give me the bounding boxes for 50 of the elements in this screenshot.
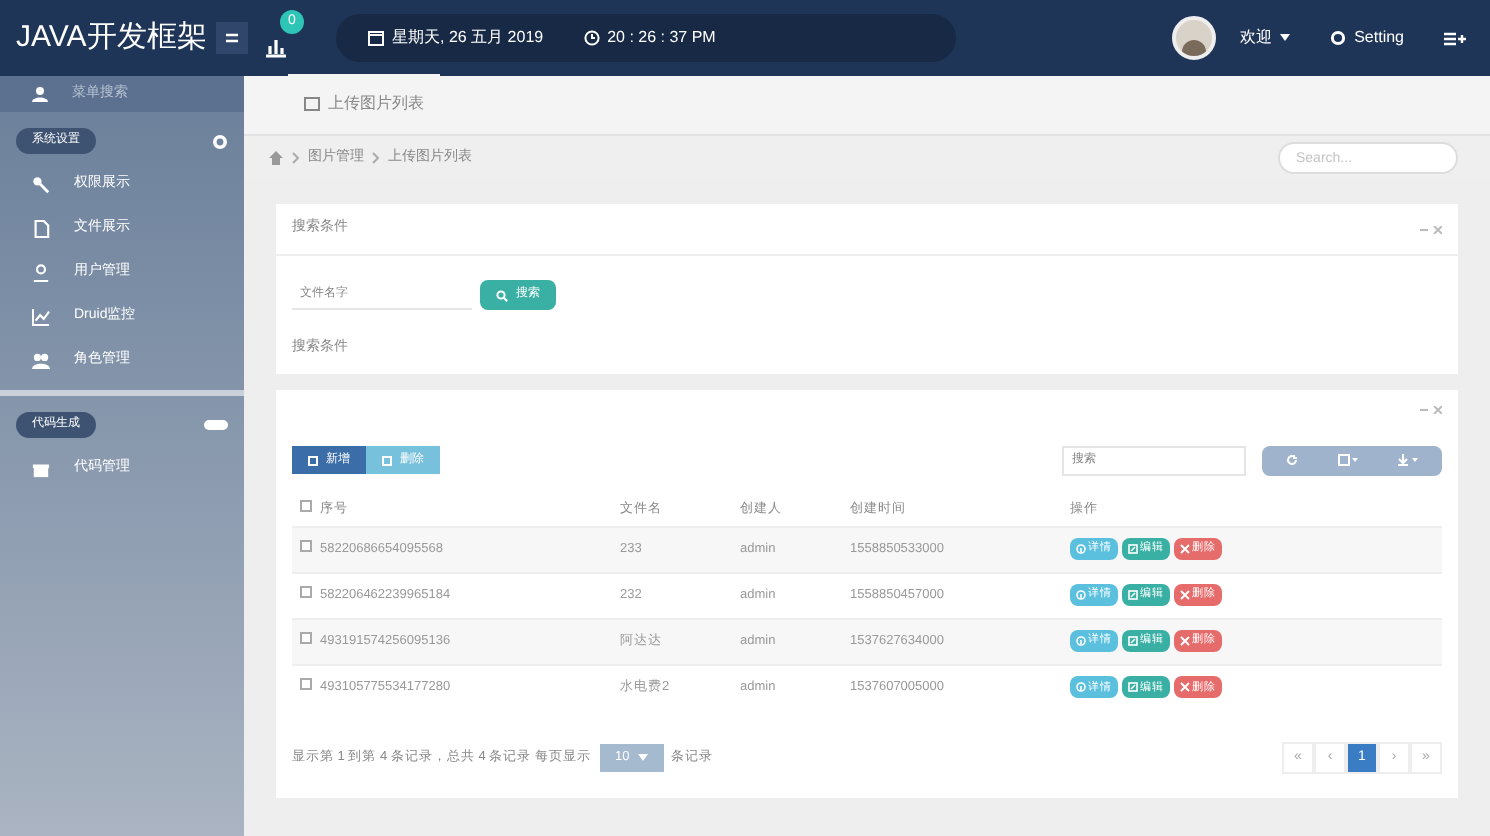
- menu-toggle-button[interactable]: [216, 22, 248, 54]
- info-icon: [1076, 636, 1086, 646]
- time-text: 20 : 26 : 37 PM: [607, 26, 716, 50]
- info-icon: [1076, 682, 1086, 693]
- panel-controls-icon[interactable]: [1420, 406, 1442, 414]
- home-icon[interactable]: [268, 150, 284, 166]
- line-chart-icon: [32, 307, 50, 325]
- logo: JAVA开发框架: [16, 17, 200, 58]
- checkbox[interactable]: [300, 677, 312, 690]
- table-tools[interactable]: [1262, 445, 1442, 475]
- settings-icon[interactable]: [1330, 30, 1347, 46]
- menu-icon: [224, 30, 240, 46]
- columns-dropdown-icon[interactable]: [1338, 454, 1358, 466]
- checkbox[interactable]: [300, 539, 312, 552]
- search-icon: [496, 289, 508, 301]
- window-icon: [304, 96, 320, 112]
- toggle-icon[interactable]: [204, 420, 228, 430]
- edit-icon: [1128, 544, 1138, 554]
- user-icon: [32, 263, 50, 281]
- download-dropdown-icon[interactable]: [1398, 454, 1418, 466]
- info-icon: [1076, 544, 1086, 554]
- caret-icon: [637, 754, 648, 762]
- square-icon: [382, 455, 392, 465]
- edit-icon: [1128, 590, 1138, 600]
- caret-icon: [1280, 34, 1291, 42]
- close-icon: [1180, 682, 1190, 693]
- calendar-icon: [368, 30, 384, 46]
- checkbox[interactable]: [300, 585, 312, 598]
- close-icon: [1180, 636, 1190, 646]
- edit-icon: [1128, 636, 1138, 646]
- square-icon: [308, 455, 318, 465]
- key-icon: [32, 175, 50, 193]
- close-icon: [1180, 590, 1190, 600]
- date-text: 星期天, 26 五月 2019: [392, 26, 544, 50]
- setting-link[interactable]: Setting: [1354, 26, 1404, 50]
- checkbox[interactable]: [300, 631, 312, 644]
- menu-icon[interactable]: [1444, 31, 1466, 45]
- avatar[interactable]: [1172, 16, 1217, 60]
- checkbox[interactable]: [300, 499, 312, 512]
- clock-icon: [583, 30, 600, 46]
- user-menu[interactable]: 欢迎: [1240, 26, 1291, 50]
- panel-controls-icon[interactable]: [1420, 225, 1442, 233]
- close-icon: [1180, 544, 1190, 554]
- chevron-icon: [372, 152, 380, 164]
- bar-chart-icon[interactable]: [264, 34, 288, 58]
- chevron-icon: [292, 152, 300, 164]
- info-icon: [1076, 590, 1086, 600]
- edit-icon: [1128, 682, 1138, 693]
- document-icon: [32, 219, 50, 237]
- refresh-icon[interactable]: [1286, 454, 1298, 466]
